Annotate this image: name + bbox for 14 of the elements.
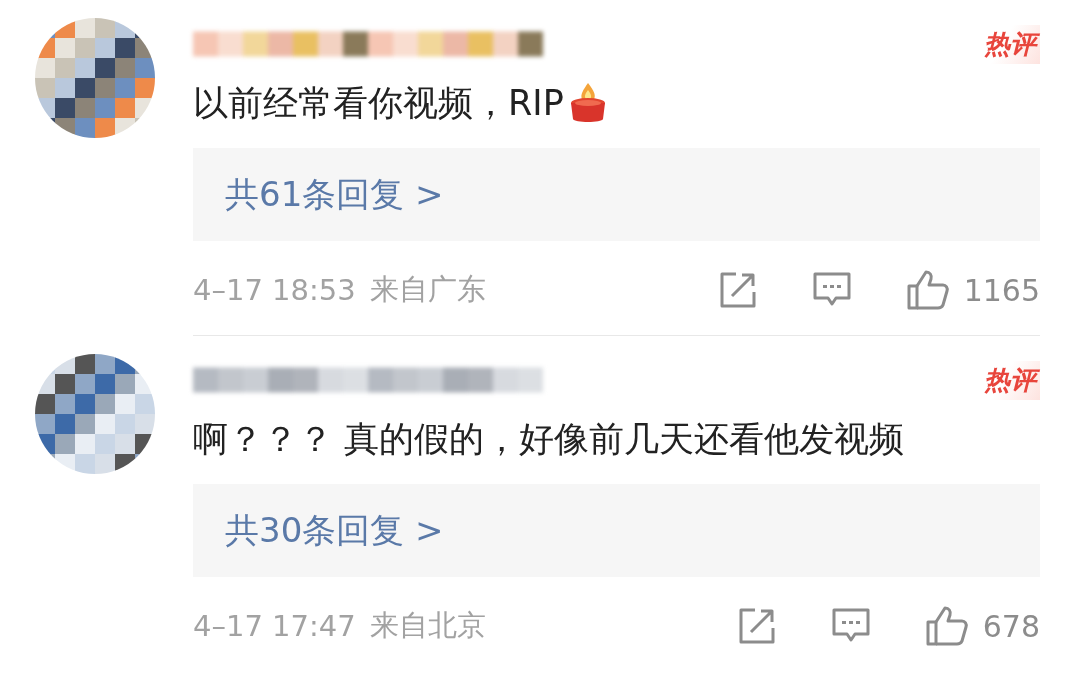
comment-text: 啊？？？ 真的假的，好像前几天还看他发视频 — [193, 417, 905, 461]
avatar[interactable] — [35, 18, 155, 138]
avatar[interactable] — [35, 354, 155, 474]
comment-location: 来自广东 — [369, 271, 486, 308]
thumbs-up-icon[interactable] — [924, 605, 969, 647]
comment-time: 4–17 17:47 — [193, 609, 356, 643]
thumbs-up-icon[interactable] — [905, 269, 950, 311]
comment-time: 4–17 18:53 — [193, 273, 356, 307]
replies-link[interactable]: 共30条回复 > — [193, 484, 1040, 577]
replies-link[interactable]: 共61条回复 > — [193, 148, 1040, 241]
like-count: 678 — [982, 608, 1040, 644]
like-count: 1165 — [963, 272, 1040, 308]
comment-text: 以前经常看你视频，RIP — [193, 81, 564, 125]
comment-location: 来自北京 — [369, 607, 486, 644]
